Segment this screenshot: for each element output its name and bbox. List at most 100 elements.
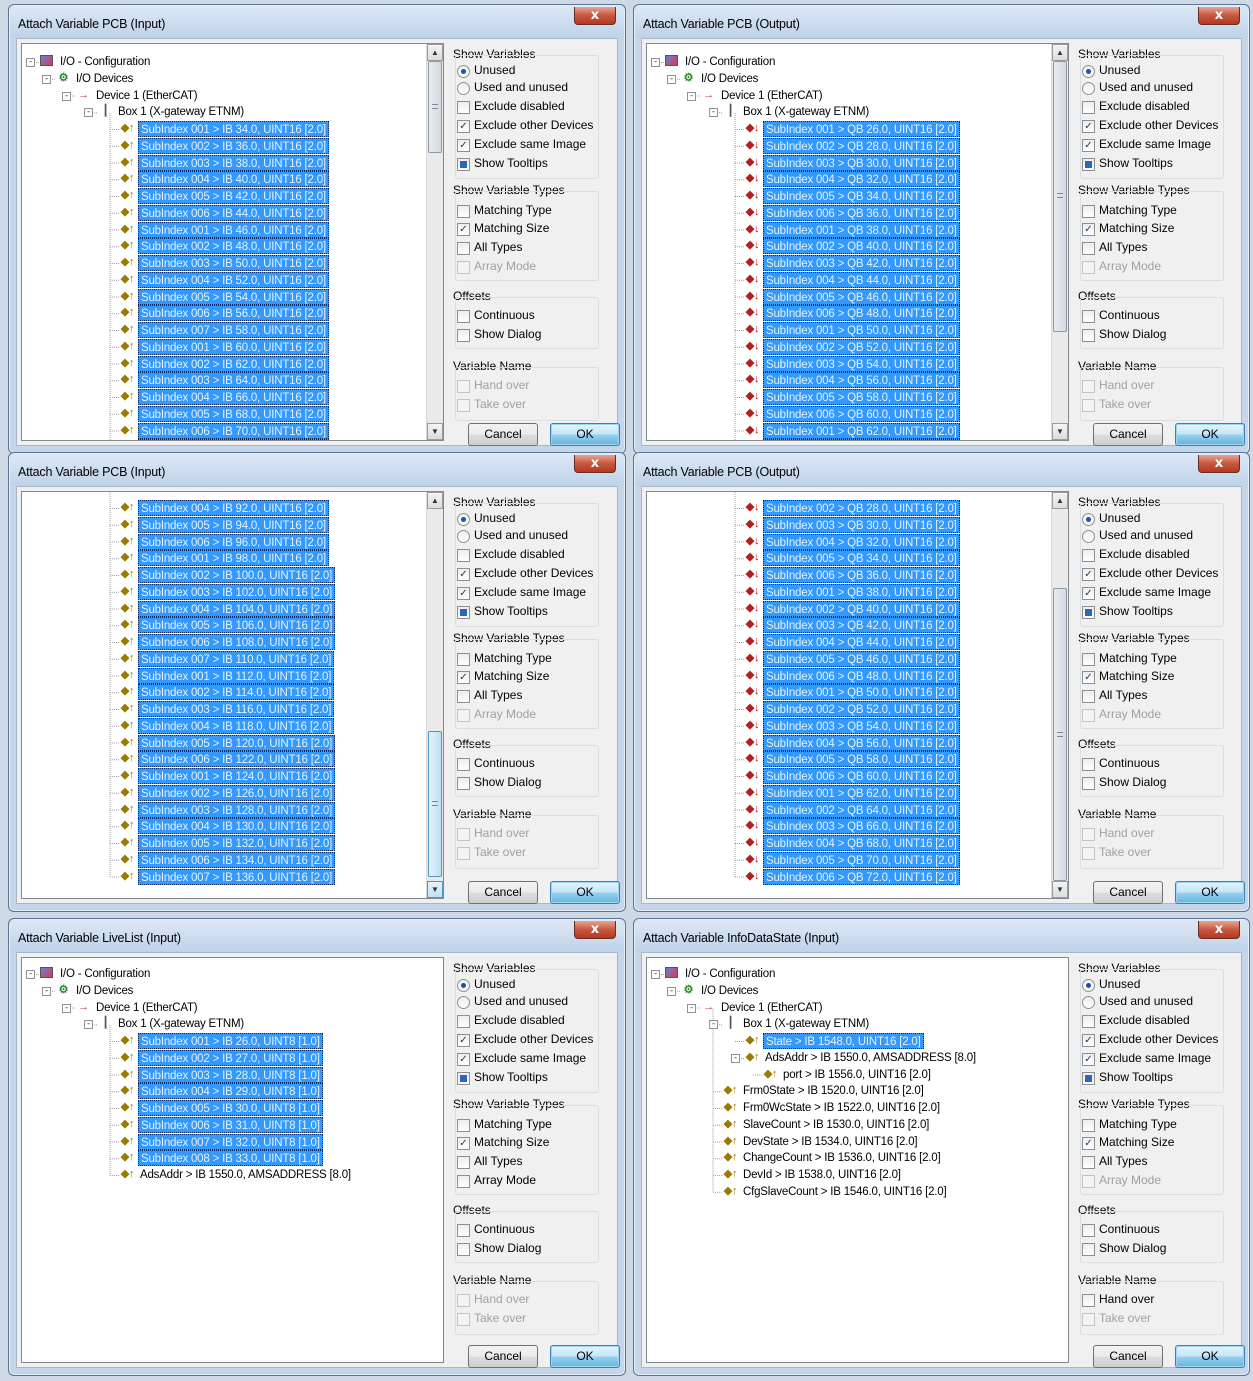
exclude-same-image-checkbox[interactable]: ✓ Exclude same Image (1082, 584, 1211, 601)
all-types-checkbox[interactable]: All Types (457, 687, 522, 704)
scroll-up-button[interactable]: ▲ (427, 492, 443, 509)
checkbox-icon[interactable] (457, 310, 470, 323)
show-tooltips-checkbox[interactable]: Show Tooltips (1082, 1069, 1173, 1086)
checkbox-icon[interactable]: ✓ (457, 671, 470, 684)
tree-row-selected[interactable]: ◆↑ SubIndex 004 > IB 118.0, UINT16 [2.0] (22, 717, 422, 734)
checkbox-icon[interactable]: ✓ (1082, 587, 1095, 600)
cancel-button[interactable]: Cancel (1093, 1345, 1163, 1368)
tree-row-selected[interactable]: ◆↓ SubIndex 003 > QB 30.0, UINT16 [2.0] (647, 154, 1047, 171)
tree-row-selected[interactable]: ◆↓ SubIndex 001 > QB 50.0, UINT16 [2.0] (647, 684, 1047, 701)
checkbox-icon[interactable] (1082, 653, 1095, 666)
show-dialog-checkbox[interactable]: Show Dialog (1082, 326, 1166, 343)
tree-row-selected[interactable]: ◆↓ SubIndex 003 > QB 30.0, UINT16 [2.0] (647, 516, 1047, 533)
tree-row-selected[interactable]: ◆↑ SubIndex 001 > IB 46.0, UINT16 [2.0] (22, 221, 422, 238)
tree-row-selected[interactable]: ◆↑ SubIndex 002 > IB 48.0, UINT16 [2.0] (22, 238, 422, 255)
unused-radio[interactable]: Unused (1082, 976, 1140, 993)
tree-row-selected[interactable]: ◆↓ SubIndex 006 > QB 48.0, UINT16 [2.0] (647, 667, 1047, 684)
close-button[interactable]: x (1198, 455, 1240, 473)
checkbox-icon[interactable]: ✓ (1082, 568, 1095, 581)
matching-size-checkbox[interactable]: ✓ Matching Size (1082, 668, 1174, 685)
ok-button[interactable]: OK (1175, 423, 1245, 446)
variable-tree-view[interactable]: ◆↓ SubIndex 002 > QB 28.0, UINT16 [2.0] ◆↓… (646, 491, 1069, 899)
tree-row-selected[interactable]: ◆↑ SubIndex 004 > IB 92.0, UINT16 [2.0] (22, 500, 422, 516)
tree-row-selected[interactable]: ◆↓ SubIndex 003 > QB 54.0, UINT16 [2.0] (647, 717, 1047, 734)
tree-row-selected[interactable]: ◆↓ SubIndex 003 > QB 66.0, UINT16 [2.0] (647, 818, 1047, 835)
all-types-checkbox[interactable]: All Types (1082, 1153, 1147, 1170)
tree-row-selected[interactable]: ◆↑ SubIndex 001 > IB 124.0, UINT16 [2.0] (22, 768, 422, 784)
variable-tree-view[interactable]: - I/O - Configuration - ⚙ I/O Devices - → Devic… (646, 43, 1069, 441)
tree-row-selected[interactable]: ◆↓ SubIndex 004 > QB 56.0, UINT16 [2.0] (647, 734, 1047, 751)
tree-row[interactable]: - ┃ Box 1 (X-gateway ETNM) (22, 1016, 422, 1032)
exclude-same-image-checkbox[interactable]: ✓ Exclude same Image (457, 136, 586, 153)
matching-size-checkbox[interactable]: ✓ Matching Size (1082, 220, 1174, 237)
exclude-other-devices-checkbox[interactable]: ✓ Exclude other Devices (1082, 117, 1218, 134)
checkbox-icon[interactable] (457, 205, 470, 218)
checkbox-icon[interactable]: ✓ (1082, 139, 1095, 152)
tree-row-selected[interactable]: ◆↓ SubIndex 001 > QB 38.0, UINT16 [2.0] (647, 583, 1047, 600)
checkbox-icon[interactable] (457, 158, 470, 171)
ok-button[interactable]: OK (1175, 1345, 1245, 1368)
tree-row[interactable]: ◆↑ Frm0State > IB 1520.0, UINT16 [2.0] (647, 1083, 1047, 1099)
collapse-toggle-icon[interactable]: - (709, 108, 718, 118)
exclude-same-image-checkbox[interactable]: ✓ Exclude same Image (457, 1050, 586, 1067)
radio-icon[interactable] (1082, 513, 1095, 526)
tree-row-selected[interactable]: ◆↑ SubIndex 005 > IB 30.0, UINT8 [1.0] (22, 1100, 422, 1116)
scroll-up-button[interactable]: ▲ (1052, 492, 1068, 509)
cancel-button[interactable]: Cancel (1093, 423, 1163, 446)
close-button[interactable]: x (574, 7, 616, 25)
continuous-checkbox[interactable]: Continuous (1082, 1221, 1160, 1238)
tree-row-selected[interactable]: ◆↑ SubIndex 005 > IB 120.0, UINT16 [2.0] (22, 734, 422, 751)
checkbox-icon[interactable] (1082, 158, 1095, 171)
tree-row[interactable]: - ⚙ I/O Devices (647, 71, 1047, 87)
matching-type-checkbox[interactable]: Matching Type (1082, 650, 1177, 667)
exclude-disabled-checkbox[interactable]: Exclude disabled (1082, 98, 1190, 115)
ok-button[interactable]: OK (550, 1345, 620, 1368)
tree-row[interactable]: - ┃ Box 1 (X-gateway ETNM) (647, 1016, 1047, 1032)
cancel-button[interactable]: Cancel (1093, 881, 1163, 904)
tree-row-selected[interactable]: ◆↑ SubIndex 005 > IB 94.0, UINT16 [2.0] (22, 516, 422, 533)
unused-radio[interactable]: Unused (457, 62, 515, 79)
checkbox-icon[interactable] (1082, 242, 1095, 255)
tree-row-selected[interactable]: ◆↑ SubIndex 001 > IB 60.0, UINT16 [2.0] (22, 338, 422, 355)
collapse-toggle-icon[interactable]: - (731, 1053, 740, 1063)
tree-row-selected[interactable]: ◆↑ SubIndex 004 > IB 40.0, UINT16 [2.0] (22, 171, 422, 188)
checkbox-icon[interactable] (457, 329, 470, 342)
unused-radio[interactable]: Unused (457, 510, 515, 527)
checkbox-icon[interactable] (1082, 1294, 1095, 1307)
scroll-down-button[interactable]: ▼ (1052, 881, 1068, 898)
tree-row-selected[interactable]: ◆↑ SubIndex 003 > IB 116.0, UINT16 [2.0] (22, 701, 422, 717)
tree-row-selected[interactable]: ◆↑ SubIndex 005 > IB 54.0, UINT16 [2.0] (22, 288, 422, 305)
tree-row-selected[interactable]: ◆↓ SubIndex 002 > QB 40.0, UINT16 [2.0] (647, 600, 1047, 617)
collapse-toggle-icon[interactable]: - (651, 58, 660, 67)
variable-tree-view[interactable]: ◆↑ SubIndex 004 > IB 92.0, UINT16 [2.0] ◆↑… (21, 491, 444, 899)
tree-row-selected[interactable]: ◆↑ SubIndex 007 > IB 110.0, UINT16 [2.0] (22, 650, 422, 667)
checkbox-icon[interactable]: ✓ (457, 139, 470, 152)
tree-row[interactable]: - → Device 1 (EtherCAT) (647, 1000, 1047, 1016)
checkbox-icon[interactable]: ✓ (1082, 1053, 1095, 1066)
show-tooltips-checkbox[interactable]: Show Tooltips (457, 603, 548, 620)
radio-icon[interactable] (457, 82, 470, 95)
tree-row-selected[interactable]: ◆↓ SubIndex 006 > QB 60.0, UINT16 [2.0] (647, 405, 1047, 422)
tree-row[interactable]: - ┃ Box 1 (X-gateway ETNM) (22, 104, 422, 120)
scrollbar-thumb[interactable] (428, 61, 442, 153)
exclude-same-image-checkbox[interactable]: ✓ Exclude same Image (1082, 136, 1211, 153)
radio-icon[interactable] (457, 996, 470, 1009)
exclude-disabled-checkbox[interactable]: Exclude disabled (1082, 546, 1190, 563)
scroll-up-button[interactable]: ▲ (427, 44, 443, 61)
exclude-other-devices-checkbox[interactable]: ✓ Exclude other Devices (1082, 1031, 1218, 1048)
checkbox-icon[interactable] (457, 1156, 470, 1169)
vertical-scrollbar[interactable]: ▲ ▼ (1051, 44, 1068, 440)
close-button[interactable]: x (1198, 7, 1240, 25)
scrollbar-thumb[interactable] (1053, 587, 1067, 882)
exclude-same-image-checkbox[interactable]: ✓ Exclude same Image (457, 584, 586, 601)
tree-row-selected[interactable]: ◆↑ SubIndex 003 > IB 28.0, UINT8 [1.0] (22, 1066, 422, 1083)
cancel-button[interactable]: Cancel (468, 881, 538, 904)
tree-row[interactable]: - I/O - Configuration (647, 966, 1047, 982)
checkbox-icon[interactable] (1082, 205, 1095, 218)
checkbox-icon[interactable] (1082, 1072, 1095, 1085)
checkbox-icon[interactable] (457, 777, 470, 790)
tree-row-selected[interactable]: ◆↑ SubIndex 003 > IB 64.0, UINT16 [2.0] (22, 372, 422, 389)
used-and-unused-radio[interactable]: Used and unused (1082, 79, 1193, 96)
checkbox-icon[interactable] (1082, 1015, 1095, 1028)
tree-row-selected[interactable]: ◆↑ SubIndex 008 > IB 33.0, UINT8 [1.0] (22, 1150, 422, 1167)
